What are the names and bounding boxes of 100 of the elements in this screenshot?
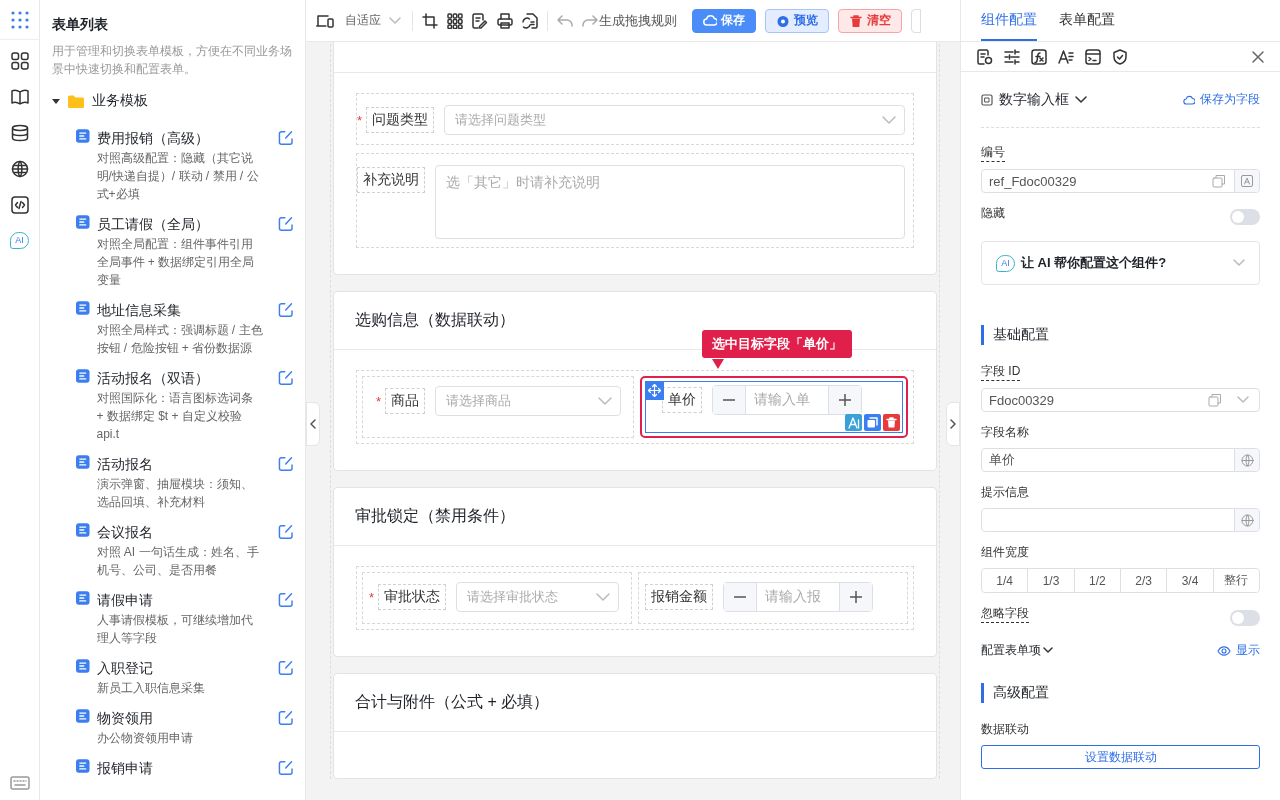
template-title[interactable]: 费用报销（高级） (96, 128, 263, 148)
collapse-handle[interactable] (306, 402, 320, 446)
required-mark: * (375, 393, 381, 409)
template-description: 对照 AI 一句话生成：姓名、手机号、公司、是否用餐 (96, 544, 260, 579)
globe-icon[interactable] (10, 160, 29, 178)
section-heading: 基础配置 (981, 325, 1260, 345)
edit-icon[interactable] (277, 130, 293, 146)
form-edit-icon[interactable] (472, 12, 488, 29)
toolbar-button[interactable]: 预览 (765, 8, 829, 33)
edit-icon[interactable] (277, 592, 293, 608)
toggle-switch[interactable] (1230, 609, 1260, 626)
dots-grid-icon[interactable] (9, 9, 30, 30)
template-title[interactable]: 活动报名 (96, 454, 263, 474)
component-type-select[interactable]: 数字输入框 (981, 90, 1087, 109)
document-icon (76, 658, 90, 674)
width-option[interactable]: 1/4 (982, 569, 1029, 592)
document-swap-icon[interactable] (522, 12, 538, 29)
device-select[interactable]: 自适应 (343, 12, 403, 29)
form-field[interactable]: 补充说明 选「其它」时请补充说明 (356, 153, 914, 248)
document-icon (76, 708, 90, 724)
template-title[interactable]: 请假申请 (96, 590, 263, 610)
template-description: 人事请假模板，可继续增加代理人等字段 (96, 612, 254, 647)
document-icon (76, 454, 90, 470)
copy-icon[interactable] (1208, 393, 1222, 407)
chevron-down-icon (596, 593, 610, 601)
section-heading: 高级配置 (981, 683, 1260, 703)
template-title[interactable]: 物资领用 (96, 708, 263, 728)
save-as-field-link[interactable]: 保存为字段 (1183, 91, 1260, 108)
keyboard-icon[interactable] (9, 776, 30, 790)
function-icon[interactable] (1031, 48, 1047, 65)
expand-toggle[interactable]: 配置表单项 (981, 642, 1053, 659)
edit-icon[interactable] (277, 760, 293, 776)
move-handle-icon[interactable] (645, 381, 664, 400)
template-title[interactable]: 入职登记 (96, 658, 263, 678)
edit-icon[interactable] (277, 710, 293, 726)
sliders-icon[interactable] (1004, 48, 1020, 65)
edit-icon[interactable] (277, 370, 293, 386)
template-description: 新员工入职信息采集 (96, 680, 206, 697)
template-title[interactable]: 报销申请 (96, 758, 263, 778)
text-input[interactable]: ref_Fdoc00329 (981, 169, 1260, 193)
data-linkage-button[interactable]: 设置数据联动 (981, 745, 1260, 769)
edit-icon[interactable] (277, 216, 293, 232)
form-field[interactable]: * 问题类型 请选择问题类型 (356, 93, 914, 145)
form-field[interactable]: * 商品 请选择商品 (362, 376, 634, 438)
chevron-down-icon (1075, 95, 1087, 104)
template-title[interactable]: 活动报名（双语） (96, 368, 263, 388)
devices-icon[interactable] (316, 12, 334, 29)
eye-icon (776, 13, 790, 28)
terminal-window-icon[interactable] (1085, 48, 1101, 65)
collapse-handle[interactable] (946, 402, 960, 446)
field-label: 忽略字段 (981, 605, 1029, 623)
template-title[interactable]: 员工请假（全局） (96, 214, 263, 234)
template-description: 对照全局样式：强调标题 / 主色按钮 / 危险按钮 + 省份数据源 (96, 322, 263, 357)
template-description: 对照高级配置：隐藏（其它说明/快递自提）/ 联动 / 禁用 / 公式+必填 (96, 150, 260, 203)
redo-icon[interactable] (582, 14, 598, 27)
template-description: 演示弹窗、抽屉模块：须知、选品回填、补充材料 (96, 476, 254, 511)
generate-rules-link[interactable]: 生成拖拽规则 (599, 11, 677, 30)
crop-icon[interactable] (422, 12, 438, 29)
panel-tab[interactable]: 表单配置 (1059, 0, 1115, 41)
close-icon[interactable] (1251, 49, 1265, 64)
book-icon[interactable] (10, 88, 29, 106)
copy-icon[interactable] (1212, 174, 1226, 188)
toggle-switch[interactable] (1230, 209, 1260, 225)
eye-icon (1217, 644, 1231, 657)
printer-icon[interactable] (497, 12, 513, 29)
panel-tab[interactable]: 组件配置 (981, 0, 1037, 41)
template-title[interactable]: 会议报名 (96, 522, 263, 542)
delete-button[interactable] (883, 414, 900, 431)
copy-button[interactable] (864, 414, 881, 431)
database-icon[interactable] (10, 124, 29, 142)
edit-icon[interactable] (277, 302, 293, 318)
form-field[interactable]: * 审批状态 请选择审批状态 (362, 572, 632, 624)
caret-icon[interactable] (52, 98, 60, 104)
document-icon (76, 522, 90, 538)
toolbar-button[interactable]: 清空 (838, 8, 902, 33)
show-link[interactable]: 显示 (1217, 642, 1260, 659)
folder-label[interactable]: 业务模板 (92, 92, 148, 110)
text-input[interactable] (981, 508, 1260, 532)
ai-assist-panel[interactable]: AI 让 AI 帮你配置这个组件? (981, 241, 1260, 285)
document-icon (76, 128, 90, 144)
text-input[interactable]: 单价 (981, 448, 1260, 472)
shield-check-icon[interactable] (1112, 48, 1128, 65)
field-label: 审批状态 (378, 584, 447, 610)
edit-icon[interactable] (277, 660, 293, 676)
folder-icon (68, 94, 84, 108)
trash-icon (886, 417, 897, 428)
code-icon[interactable] (10, 196, 29, 214)
move-arrows-drawing (648, 384, 661, 397)
text-style-icon[interactable] (1058, 48, 1074, 65)
undo-icon[interactable] (557, 14, 573, 27)
form-settings-icon[interactable] (977, 48, 993, 65)
edit-icon[interactable] (277, 456, 293, 472)
template-title[interactable]: 地址信息采集 (96, 300, 263, 320)
apps-icon[interactable] (10, 52, 29, 70)
field-label: 商品 (385, 388, 425, 414)
edit-icon[interactable] (277, 524, 293, 540)
tooltip-pointer (712, 359, 724, 369)
document-icon (76, 590, 90, 606)
text-input[interactable]: Fdoc00329 (981, 388, 1260, 412)
grid-icon[interactable] (447, 12, 463, 29)
